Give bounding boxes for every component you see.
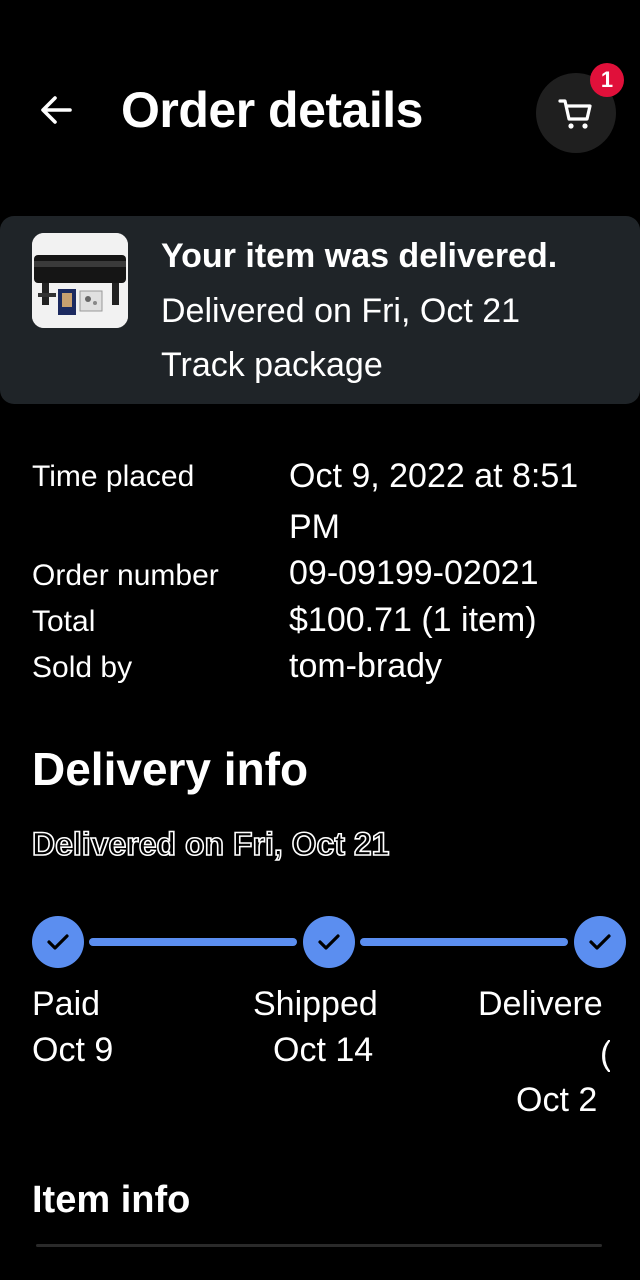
item-card-edge	[36, 1244, 602, 1247]
item-info-heading: Item info	[32, 1179, 191, 1221]
step-delivered-extra: (	[600, 1030, 610, 1078]
step-labels: Paid Oct 9 Shipped Oct 14 Delivere ( Oct…	[0, 0, 610, 1280]
step-delivered-label: Delivere	[478, 985, 603, 1023]
step-delivered-date: Oct 2	[516, 1081, 598, 1119]
step-shipped-date: Oct 14	[273, 1031, 374, 1069]
step-paid-label: Paid	[32, 985, 101, 1023]
step-paid-date: Oct 9	[32, 1031, 114, 1069]
step-shipped-label: Shipped	[253, 985, 378, 1023]
